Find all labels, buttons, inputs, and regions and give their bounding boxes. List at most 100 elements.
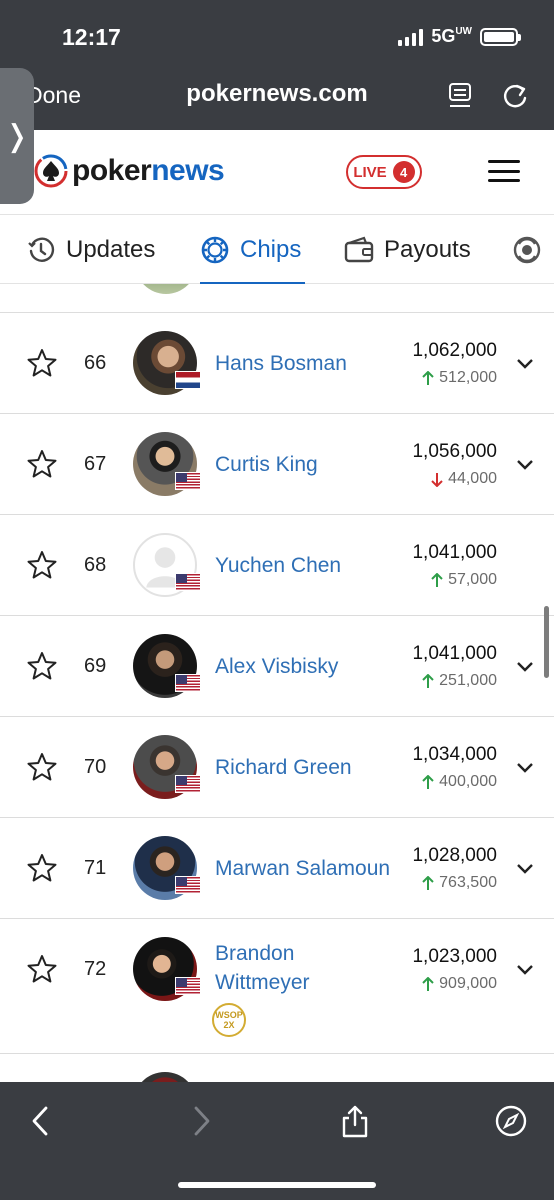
arrow-up-icon	[422, 673, 434, 688]
live-label: LIVE	[353, 163, 387, 181]
chip-count: 1,028,000	[412, 845, 497, 866]
chip-delta: 57,000	[431, 571, 497, 589]
star-icon[interactable]	[26, 448, 58, 480]
player-name[interactable]: Hans Bosman	[215, 349, 347, 378]
arrow-up-icon	[422, 976, 434, 991]
player-name[interactable]: Curtis King	[215, 450, 318, 479]
list-item[interactable]: 66 Hans Bosman 1,062,000 512,000	[0, 313, 554, 414]
chip-icon	[201, 236, 229, 264]
rank: 69	[84, 655, 107, 677]
tab-updates[interactable]: Updates	[26, 215, 155, 285]
flag-us-icon	[175, 977, 201, 995]
player-name[interactable]: Richard Green	[215, 753, 352, 782]
tab-bar: Updates Chips Payouts	[0, 214, 554, 285]
browser-chrome: 12:17 5GUW Done pokernews.com	[0, 0, 554, 130]
rank: 70	[84, 756, 107, 778]
list-item[interactable]: 69 Alex Visbisky 1,041,000 251,000	[0, 616, 554, 717]
player-name[interactable]: Alex Visbisky	[215, 652, 338, 681]
wsop-bracelet-badge[interactable]: WSOP 2X	[212, 1003, 246, 1037]
arrow-up-icon	[431, 572, 443, 587]
rank: 68	[84, 554, 107, 576]
side-handle-chevron-icon[interactable]: ❭	[0, 68, 34, 204]
chevron-down-icon[interactable]	[516, 964, 534, 976]
compass-icon[interactable]	[494, 1104, 528, 1138]
list-item-partial	[0, 1054, 554, 1084]
chip-count: 1,023,000	[412, 946, 497, 967]
home-indicator[interactable]	[178, 1182, 376, 1188]
list-item[interactable]: 71 Marwan Salamoun 1,028,000 763,500	[0, 818, 554, 919]
scrollbar[interactable]	[544, 606, 549, 678]
chip-delta: 44,000	[431, 470, 497, 488]
star-icon[interactable]	[26, 751, 58, 783]
tab-payouts[interactable]: Payouts	[344, 215, 471, 285]
reload-icon[interactable]	[503, 82, 529, 110]
pokernews-logo[interactable]: pokernews	[34, 154, 225, 188]
flag-us-icon	[175, 674, 201, 692]
refresh-chip-icon	[513, 236, 541, 264]
chip-counts-list: 66 Hans Bosman 1,062,000 512,000 67 Curt…	[0, 284, 554, 1084]
forward-icon[interactable]	[184, 1104, 218, 1138]
chevron-down-icon[interactable]	[516, 358, 534, 370]
rank: 66	[84, 352, 107, 374]
star-icon[interactable]	[26, 852, 58, 884]
arrow-up-icon	[422, 774, 434, 789]
rank: 71	[84, 857, 107, 879]
spade-logo-icon	[34, 154, 68, 188]
flag-us-icon	[175, 573, 201, 591]
chip-delta: 251,000	[422, 672, 497, 690]
arrow-down-icon	[431, 472, 443, 487]
player-name[interactable]: Marwan Salamoun	[215, 854, 390, 883]
rank: 67	[84, 453, 107, 475]
chip-delta: 909,000	[422, 975, 497, 993]
flag-us-icon	[175, 876, 201, 894]
reader-icon[interactable]	[448, 82, 472, 110]
chevron-down-icon[interactable]	[516, 459, 534, 471]
battery-icon	[480, 27, 521, 46]
list-item[interactable]: 67 Curtis King 1,056,000 44,000	[0, 414, 554, 515]
star-icon[interactable]	[26, 347, 58, 379]
chevron-down-icon[interactable]	[516, 661, 534, 673]
menu-icon[interactable]	[488, 160, 520, 182]
chip-delta: 763,500	[422, 874, 497, 892]
tab-more[interactable]	[512, 215, 542, 285]
star-icon[interactable]	[26, 953, 58, 985]
list-item[interactable]: 68 Yuchen Chen 1,041,000 57,000	[0, 515, 554, 616]
status-indicators: 5GUW	[398, 26, 521, 47]
flag-nl-icon	[175, 371, 201, 389]
player-name[interactable]: Yuchen Chen	[215, 551, 341, 580]
chip-count: 1,034,000	[412, 744, 497, 765]
logo-wordmark: pokernews	[72, 154, 225, 187]
site-header: pokernews LIVE 4	[0, 130, 554, 214]
chip-count: 1,041,000	[412, 643, 497, 664]
chevron-down-icon[interactable]	[516, 863, 534, 875]
list-item[interactable]: 72 Brandon Wittmeyer WSOP 2X 1,023,000 9…	[0, 919, 554, 1054]
flag-us-icon	[175, 472, 201, 490]
chevron-down-icon[interactable]	[516, 762, 534, 774]
tab-payouts-label: Payouts	[384, 236, 471, 263]
live-count-badge: 4	[392, 161, 415, 183]
tab-updates-label: Updates	[66, 236, 156, 263]
star-icon[interactable]	[26, 549, 58, 581]
player-name[interactable]: Brandon Wittmeyer	[215, 939, 310, 997]
chip-delta: 512,000	[422, 369, 497, 387]
network-label: 5GUW	[431, 26, 472, 46]
chip-count: 1,062,000	[412, 340, 497, 361]
tab-chips[interactable]: Chips	[200, 215, 306, 285]
rank: 72	[84, 958, 107, 980]
clock-icon	[28, 237, 55, 262]
signal-icon	[398, 28, 424, 46]
tab-chips-label: Chips	[240, 236, 302, 263]
back-icon[interactable]	[24, 1104, 58, 1138]
chip-count: 1,041,000	[412, 542, 497, 563]
arrow-up-icon	[422, 370, 434, 385]
share-icon[interactable]	[338, 1104, 372, 1138]
avatar	[135, 284, 197, 294]
wallet-icon	[344, 236, 374, 263]
chip-count: 1,056,000	[412, 441, 497, 462]
star-icon[interactable]	[26, 650, 58, 682]
list-item[interactable]: 70 Richard Green 1,034,000 400,000	[0, 717, 554, 818]
arrow-up-icon	[422, 875, 434, 890]
flag-us-icon	[175, 775, 201, 793]
chip-delta: 400,000	[422, 773, 497, 791]
live-button[interactable]: LIVE 4	[346, 155, 422, 189]
